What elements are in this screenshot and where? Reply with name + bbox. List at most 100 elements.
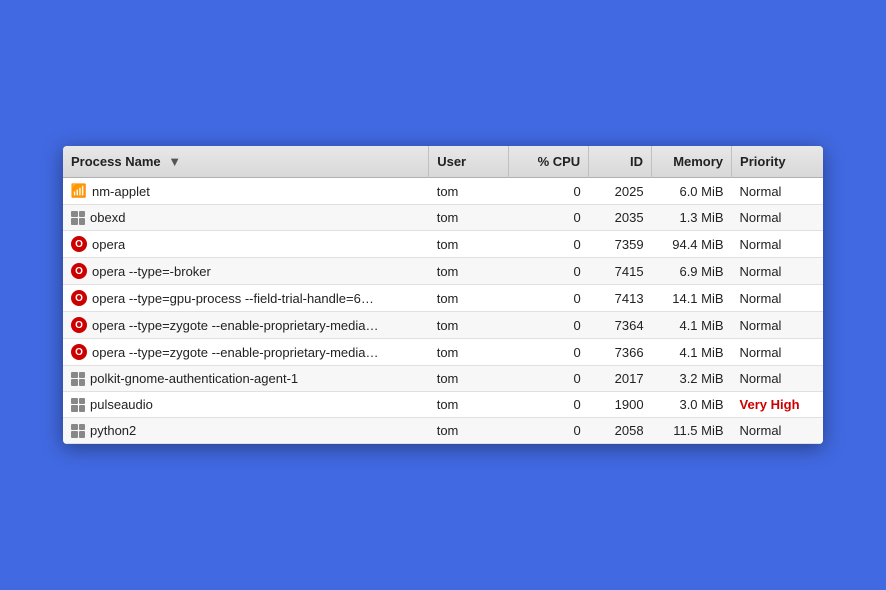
memory-cell: 3.2 MiB <box>652 366 732 392</box>
table-row[interactable]: Oopera --type=-broker tom074156.9 MiBNorm… <box>63 258 823 285</box>
table-row[interactable]: 📶nm-applettom020256.0 MiBNormal <box>63 178 823 205</box>
process-cell: 📶 nm-applet <box>71 183 381 199</box>
memory-cell: 11.5 MiB <box>652 418 732 444</box>
user-cell: tom <box>429 258 509 285</box>
process-cell: Oopera <box>71 236 381 252</box>
column-header-process[interactable]: Process Name ▼ <box>63 146 429 178</box>
opera-icon: O <box>71 344 87 360</box>
priority-cell: Normal <box>732 312 823 339</box>
process-name-label: python2 <box>90 423 136 438</box>
user-cell: tom <box>429 231 509 258</box>
column-header-cpu[interactable]: % CPU <box>509 146 589 178</box>
process-name-label: opera --type=zygote --enable-proprietary… <box>92 318 381 333</box>
id-cell: 2025 <box>589 178 652 205</box>
column-label-user: User <box>437 154 466 169</box>
priority-cell: Normal <box>732 205 823 231</box>
cpu-cell: 0 <box>509 392 589 418</box>
column-label-memory: Memory <box>673 154 723 169</box>
process-name-label: opera --type=gpu-process --field-trial-h… <box>92 291 381 306</box>
cpu-cell: 0 <box>509 231 589 258</box>
table-row[interactable]: Oopera --type=zygote --enable-proprietar… <box>63 339 823 366</box>
memory-cell: 4.1 MiB <box>652 312 732 339</box>
column-label-process: Process Name <box>71 154 161 169</box>
process-name-label: opera --type=zygote --enable-proprietary… <box>92 345 381 360</box>
process-table: Process Name ▼ User % CPU ID Memory <box>63 146 823 444</box>
process-cell: Oopera --type=zygote --enable-proprietar… <box>71 317 381 333</box>
cpu-cell: 0 <box>509 339 589 366</box>
cpu-cell: 0 <box>509 366 589 392</box>
cpu-cell: 0 <box>509 285 589 312</box>
table-header-row: Process Name ▼ User % CPU ID Memory <box>63 146 823 178</box>
process-cell: obexd <box>71 210 381 225</box>
nm-applet-icon: 📶 <box>71 183 87 199</box>
table-row[interactable]: Oopera --type=gpu-process --field-trial-… <box>63 285 823 312</box>
generic-process-icon <box>71 211 85 225</box>
cpu-cell: 0 <box>509 178 589 205</box>
opera-icon: O <box>71 317 87 333</box>
table-row[interactable]: python2 tom0205811.5 MiBNormal <box>63 418 823 444</box>
process-name-label: opera <box>92 237 125 252</box>
memory-cell: 6.9 MiB <box>652 258 732 285</box>
column-header-user[interactable]: User <box>429 146 509 178</box>
generic-process-icon <box>71 398 85 412</box>
opera-icon: O <box>71 290 87 306</box>
cpu-cell: 0 <box>509 258 589 285</box>
id-cell: 7364 <box>589 312 652 339</box>
memory-cell: 94.4 MiB <box>652 231 732 258</box>
id-cell: 7359 <box>589 231 652 258</box>
user-cell: tom <box>429 312 509 339</box>
id-cell: 2058 <box>589 418 652 444</box>
table-row[interactable]: obexd tom020351.3 MiBNormal <box>63 205 823 231</box>
generic-process-icon <box>71 424 85 438</box>
table-container: Process Name ▼ User % CPU ID Memory <box>63 146 823 444</box>
memory-cell: 3.0 MiB <box>652 392 732 418</box>
memory-cell: 1.3 MiB <box>652 205 732 231</box>
memory-cell: 4.1 MiB <box>652 339 732 366</box>
priority-cell: Normal <box>732 258 823 285</box>
process-name-label: obexd <box>90 210 125 225</box>
process-cell: python2 <box>71 423 381 438</box>
priority-cell: Normal <box>732 366 823 392</box>
id-cell: 1900 <box>589 392 652 418</box>
process-cell: polkit-gnome-authentication-agent-1 <box>71 371 381 386</box>
cpu-cell: 0 <box>509 418 589 444</box>
priority-cell: Very High <box>732 392 823 418</box>
process-cell: Oopera --type=-broker <box>71 263 381 279</box>
user-cell: tom <box>429 339 509 366</box>
opera-icon: O <box>71 236 87 252</box>
cpu-cell: 0 <box>509 312 589 339</box>
process-name-label: opera --type=-broker <box>92 264 211 279</box>
process-name-label: pulseaudio <box>90 397 153 412</box>
id-cell: 2017 <box>589 366 652 392</box>
sort-arrow-icon: ▼ <box>168 154 181 169</box>
process-cell: Oopera --type=zygote --enable-proprietar… <box>71 344 381 360</box>
user-cell: tom <box>429 392 509 418</box>
user-cell: tom <box>429 366 509 392</box>
user-cell: tom <box>429 418 509 444</box>
opera-icon: O <box>71 263 87 279</box>
column-label-priority: Priority <box>740 154 786 169</box>
process-manager-window: Process Name ▼ User % CPU ID Memory <box>63 146 823 444</box>
id-cell: 7413 <box>589 285 652 312</box>
cpu-cell: 0 <box>509 205 589 231</box>
table-row[interactable]: polkit-gnome-authentication-agent-1 tom02… <box>63 366 823 392</box>
id-cell: 7415 <box>589 258 652 285</box>
column-header-priority[interactable]: Priority <box>732 146 823 178</box>
process-name-label: nm-applet <box>92 184 150 199</box>
id-cell: 2035 <box>589 205 652 231</box>
id-cell: 7366 <box>589 339 652 366</box>
table-row[interactable]: pulseaudio tom019003.0 MiBVery High <box>63 392 823 418</box>
column-header-id[interactable]: ID <box>589 146 652 178</box>
table-row[interactable]: Oopera tom0735994.4 MiBNormal <box>63 231 823 258</box>
priority-cell: Normal <box>732 231 823 258</box>
column-header-memory[interactable]: Memory <box>652 146 732 178</box>
user-cell: tom <box>429 285 509 312</box>
generic-process-icon <box>71 372 85 386</box>
process-cell: Oopera --type=gpu-process --field-trial-… <box>71 290 381 306</box>
priority-cell: Normal <box>732 339 823 366</box>
priority-cell: Normal <box>732 418 823 444</box>
user-cell: tom <box>429 178 509 205</box>
column-label-id: ID <box>630 154 643 169</box>
table-row[interactable]: Oopera --type=zygote --enable-proprietar… <box>63 312 823 339</box>
user-cell: tom <box>429 205 509 231</box>
